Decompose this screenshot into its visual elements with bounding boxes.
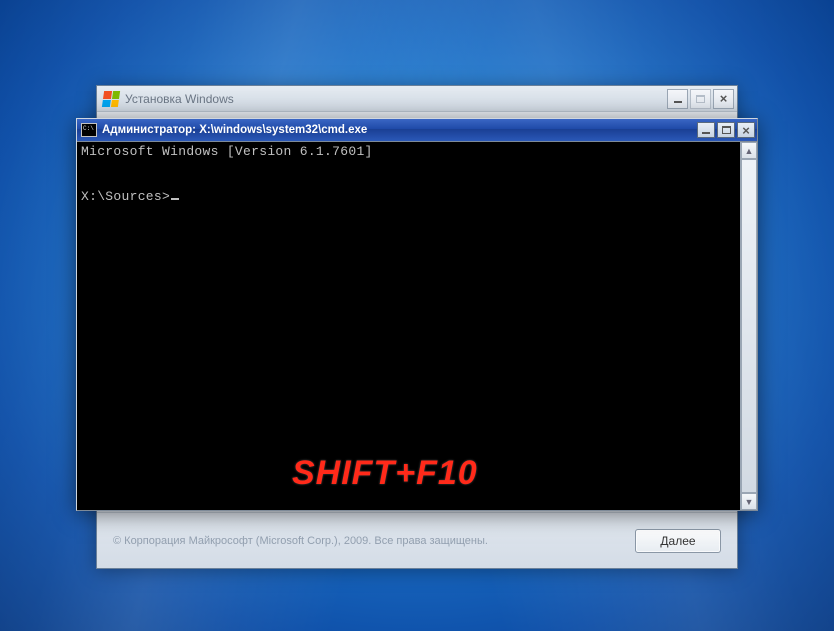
cmd-window-controls: × bbox=[697, 122, 755, 138]
shortcut-annotation: SHIFT+F10 bbox=[292, 454, 478, 493]
scroll-up-button[interactable]: ▲ bbox=[741, 142, 757, 159]
cmd-cursor bbox=[171, 198, 179, 200]
next-button[interactable]: Далее bbox=[635, 529, 721, 553]
installer-window-title: Установка Windows bbox=[125, 92, 661, 106]
cmd-prompt: X:\Sources> bbox=[81, 189, 170, 204]
installer-window-controls: × bbox=[667, 89, 734, 109]
copyright-text: © Корпорация Майкрософт (Microsoft Corp.… bbox=[113, 535, 623, 547]
installer-titlebar[interactable]: Установка Windows × bbox=[97, 86, 737, 112]
minimize-button[interactable] bbox=[697, 122, 715, 138]
maximize-button[interactable] bbox=[717, 122, 735, 138]
maximize-button bbox=[690, 89, 711, 109]
next-button-label: Далее bbox=[660, 534, 695, 548]
vertical-scrollbar[interactable]: ▲ ▼ bbox=[740, 142, 757, 510]
close-button[interactable]: × bbox=[713, 89, 734, 109]
cmd-titlebar[interactable]: Администратор: X:\windows\system32\cmd.e… bbox=[77, 119, 757, 141]
close-button[interactable]: × bbox=[737, 122, 755, 138]
cmd-version-line: Microsoft Windows [Version 6.1.7601] bbox=[81, 144, 373, 159]
windows-flag-icon bbox=[102, 91, 120, 107]
scrollbar-thumb[interactable] bbox=[741, 159, 757, 493]
scrollbar-track[interactable] bbox=[741, 159, 757, 493]
installer-footer: © Корпорация Майкрософт (Microsoft Corp.… bbox=[97, 512, 737, 568]
cmd-icon bbox=[81, 123, 97, 137]
scroll-down-button[interactable]: ▼ bbox=[741, 493, 757, 510]
cmd-window-title: Администратор: X:\windows\system32\cmd.e… bbox=[102, 124, 692, 136]
cmd-window: Администратор: X:\windows\system32\cmd.e… bbox=[76, 118, 758, 511]
minimize-button[interactable] bbox=[667, 89, 688, 109]
